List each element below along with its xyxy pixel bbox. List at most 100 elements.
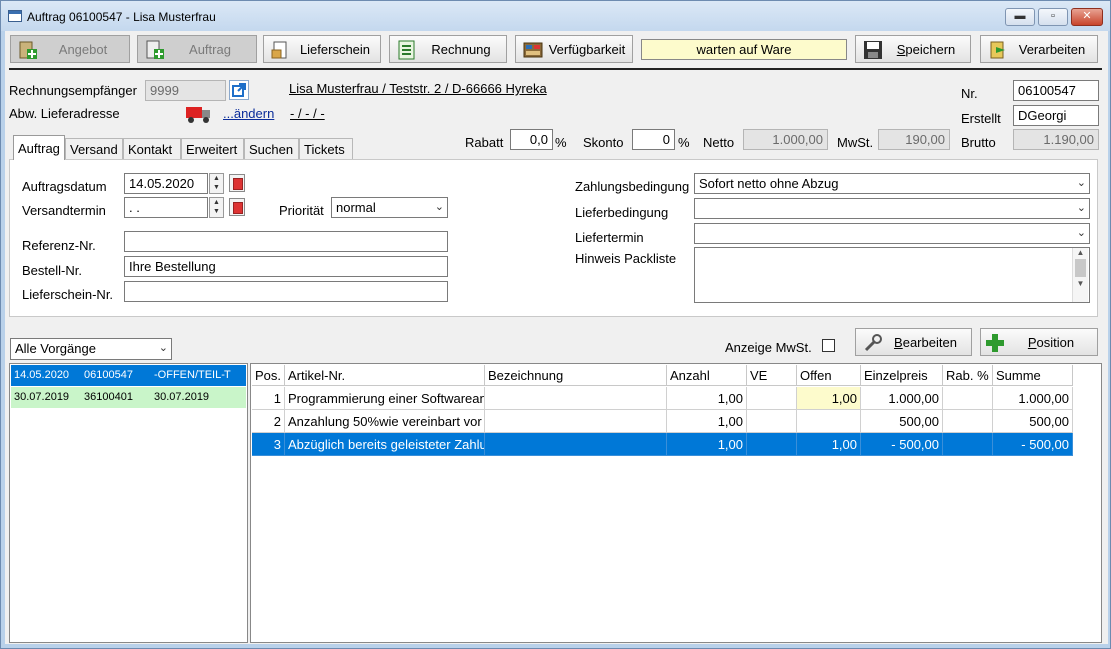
column-header-einzelpreis[interactable]: Einzelpreis xyxy=(861,365,943,386)
rechnung-label: Rechnung xyxy=(431,42,491,57)
cell-rabatt xyxy=(943,410,993,433)
vorgaenge-filter-select[interactable]: Alle Vorgänge ⌄ xyxy=(10,338,172,360)
anzeige-mwst-checkbox[interactable] xyxy=(822,339,835,352)
cell-ve xyxy=(747,433,797,456)
zahlung-select[interactable]: Sofort netto ohne Abzug ⌄ xyxy=(694,173,1090,194)
list-item-date: 14.05.2020 xyxy=(14,369,70,381)
title-bar[interactable]: Auftrag 06100547 - Lisa Musterfrau ▬ ▫ ✕ xyxy=(1,1,1110,31)
liefertermin-select[interactable]: ⌄ xyxy=(694,223,1090,244)
cell-artikel: Anzahlung 50%wie vereinbart vor Le xyxy=(285,410,485,433)
hinweis-textarea[interactable] xyxy=(694,247,1090,303)
list-item-status: -OFFEN/TEIL- xyxy=(154,369,225,381)
close-button[interactable]: ✕ xyxy=(1071,8,1103,26)
tab-tickets[interactable]: Tickets xyxy=(299,138,353,159)
cell-ve xyxy=(747,410,797,433)
column-header-offen[interactable]: Offen xyxy=(797,365,861,386)
new-offer-icon xyxy=(19,41,37,59)
client-area: Angebot Auftrag Lieferschein Rechnung Ve… xyxy=(5,31,1108,644)
created-by-field[interactable]: DGeorgi xyxy=(1013,105,1099,126)
versandtermin-spinner[interactable]: ▲ ▼ xyxy=(209,197,224,218)
lieferschein-nr-field[interactable] xyxy=(124,281,448,302)
prioritaet-value: normal xyxy=(336,200,376,215)
verfuegbarkeit-label: Verfügbarkeit xyxy=(548,42,626,57)
bestell-label: Bestell-Nr. xyxy=(22,263,82,278)
column-header-summe[interactable]: Summe xyxy=(993,365,1073,386)
plus-icon xyxy=(986,334,1004,352)
recipient-number-field: 9999 xyxy=(145,80,226,101)
rechnung-button[interactable]: Rechnung xyxy=(389,35,507,63)
process-icon xyxy=(990,41,1005,59)
change-address-link[interactable]: ...ändern xyxy=(223,106,274,121)
new-order-icon xyxy=(146,40,164,59)
tab-panel-auftrag: Auftragsdatum 14.05.2020 ▲ ▼ Versandtermi… xyxy=(9,159,1098,317)
brutto-field: 1.190,00 xyxy=(1013,129,1099,150)
tab-kontakt[interactable]: Kontakt xyxy=(123,138,181,159)
lieferschein-nr-label: Lieferschein-Nr. xyxy=(22,287,114,302)
order-number-field[interactable]: 06100547 xyxy=(1013,80,1099,101)
open-customer-button[interactable] xyxy=(229,80,249,100)
cell-offen: 1,00 xyxy=(797,433,861,456)
verfuegbarkeit-button[interactable]: Verfügbarkeit xyxy=(515,35,633,63)
position-button[interactable]: Position xyxy=(980,328,1098,356)
tab-versand[interactable]: Versand xyxy=(65,138,123,159)
list-item-flag: T xyxy=(224,369,231,381)
hinweis-scrollbar[interactable]: ▲ ▼ xyxy=(1072,248,1088,302)
tab-erweitert[interactable]: Erweitert xyxy=(181,138,244,159)
speichern-label: Speichern xyxy=(896,42,956,57)
cell-einzelpreis: - 500,00 xyxy=(861,433,943,456)
angebot-button[interactable]: Angebot xyxy=(10,35,130,63)
prioritaet-select[interactable]: normal ⌄ xyxy=(331,197,448,218)
calendar-icon[interactable] xyxy=(229,174,245,192)
column-header-artikel[interactable]: Artikel-Nr. xyxy=(285,365,485,386)
skonto-field[interactable]: 0 xyxy=(632,129,675,150)
cell-einzelpreis: 500,00 xyxy=(861,410,943,433)
alt-address-value[interactable]: - / - / - xyxy=(290,106,325,121)
list-item-date: 30.07.2019 xyxy=(14,391,70,403)
lieferbed-select[interactable]: ⌄ xyxy=(694,198,1090,219)
cell-pos: 3 xyxy=(252,433,285,456)
versandtermin-label: Versandtermin xyxy=(22,203,106,218)
column-header-anzahl[interactable]: Anzahl xyxy=(667,365,747,386)
recipient-address-link[interactable]: Lisa Musterfrau / Teststr. 2 / D-66666 H… xyxy=(289,81,547,96)
cell-bezeichnung xyxy=(485,387,667,410)
list-item-status: 30.07.2019 xyxy=(154,391,210,403)
column-header-rabatt[interactable]: Rab. % xyxy=(943,365,993,386)
netto-label: Netto xyxy=(703,135,735,150)
versandtermin-field[interactable]: . . xyxy=(124,197,208,218)
cell-summe: - 500,00 xyxy=(993,433,1073,456)
app-icon xyxy=(8,10,22,22)
hinweis-label: Hinweis Packliste xyxy=(575,251,677,266)
column-header-bezeichnung[interactable]: Bezeichnung xyxy=(485,365,667,386)
column-header-ve[interactable]: VE xyxy=(747,365,797,386)
referenz-label: Referenz-Nr. xyxy=(22,238,96,253)
toolbar-separator xyxy=(9,68,1102,70)
tab-auftrag[interactable]: Auftrag xyxy=(13,135,65,160)
bearbeiten-button[interactable]: Bearbeiten xyxy=(855,328,972,356)
cell-ve xyxy=(747,387,797,410)
wrench-icon xyxy=(864,334,882,352)
invoice-icon xyxy=(398,40,415,60)
list-item[interactable]: 30.07.2019 36100401 30.07.2019 xyxy=(11,387,246,408)
cell-summe: 1.000,00 xyxy=(993,387,1073,410)
speichern-button[interactable]: Speichern xyxy=(855,35,971,63)
auftrag-button[interactable]: Auftrag xyxy=(137,35,257,63)
bestell-field[interactable]: Ihre Bestellung xyxy=(124,256,448,277)
angebot-label: Angebot xyxy=(58,42,108,57)
tab-suchen[interactable]: Suchen xyxy=(244,138,299,159)
maximize-button[interactable]: ▫ xyxy=(1038,8,1068,26)
cell-offen: 1,00 xyxy=(797,387,861,410)
mwst-field: 190,00 xyxy=(878,129,950,150)
close-icon: ✕ xyxy=(1082,10,1092,22)
minimize-button[interactable]: ▬ xyxy=(1005,8,1035,26)
auftragsdatum-spinner[interactable]: ▲ ▼ xyxy=(209,173,224,194)
verarbeiten-button[interactable]: Verarbeiten xyxy=(980,35,1098,63)
rabatt-field[interactable]: 0,0 xyxy=(510,129,553,150)
list-item[interactable]: 14.05.2020 06100547 -OFFEN/TEIL- T xyxy=(11,365,246,386)
lieferschein-button[interactable]: Lieferschein xyxy=(263,35,381,63)
lieferbed-label: Lieferbedingung xyxy=(575,205,669,220)
auftragsdatum-field[interactable]: 14.05.2020 xyxy=(124,173,208,194)
referenz-field[interactable] xyxy=(124,231,448,252)
column-header-pos[interactable]: Pos. xyxy=(252,365,285,386)
calendar-icon[interactable] xyxy=(229,198,245,216)
auftragsdatum-label: Auftragsdatum xyxy=(22,179,107,194)
